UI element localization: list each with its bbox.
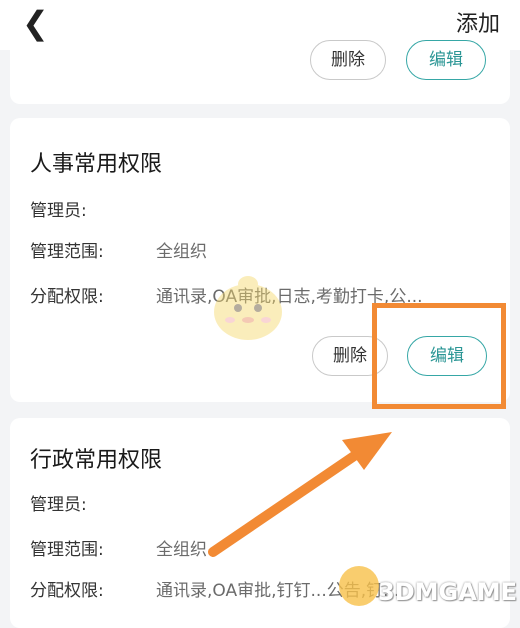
- arrow-shaft: [208, 447, 365, 557]
- watermark-mascot-icon: [339, 566, 379, 606]
- mascot-icon: [214, 276, 282, 340]
- watermark-text: 3DMGAME: [378, 578, 518, 606]
